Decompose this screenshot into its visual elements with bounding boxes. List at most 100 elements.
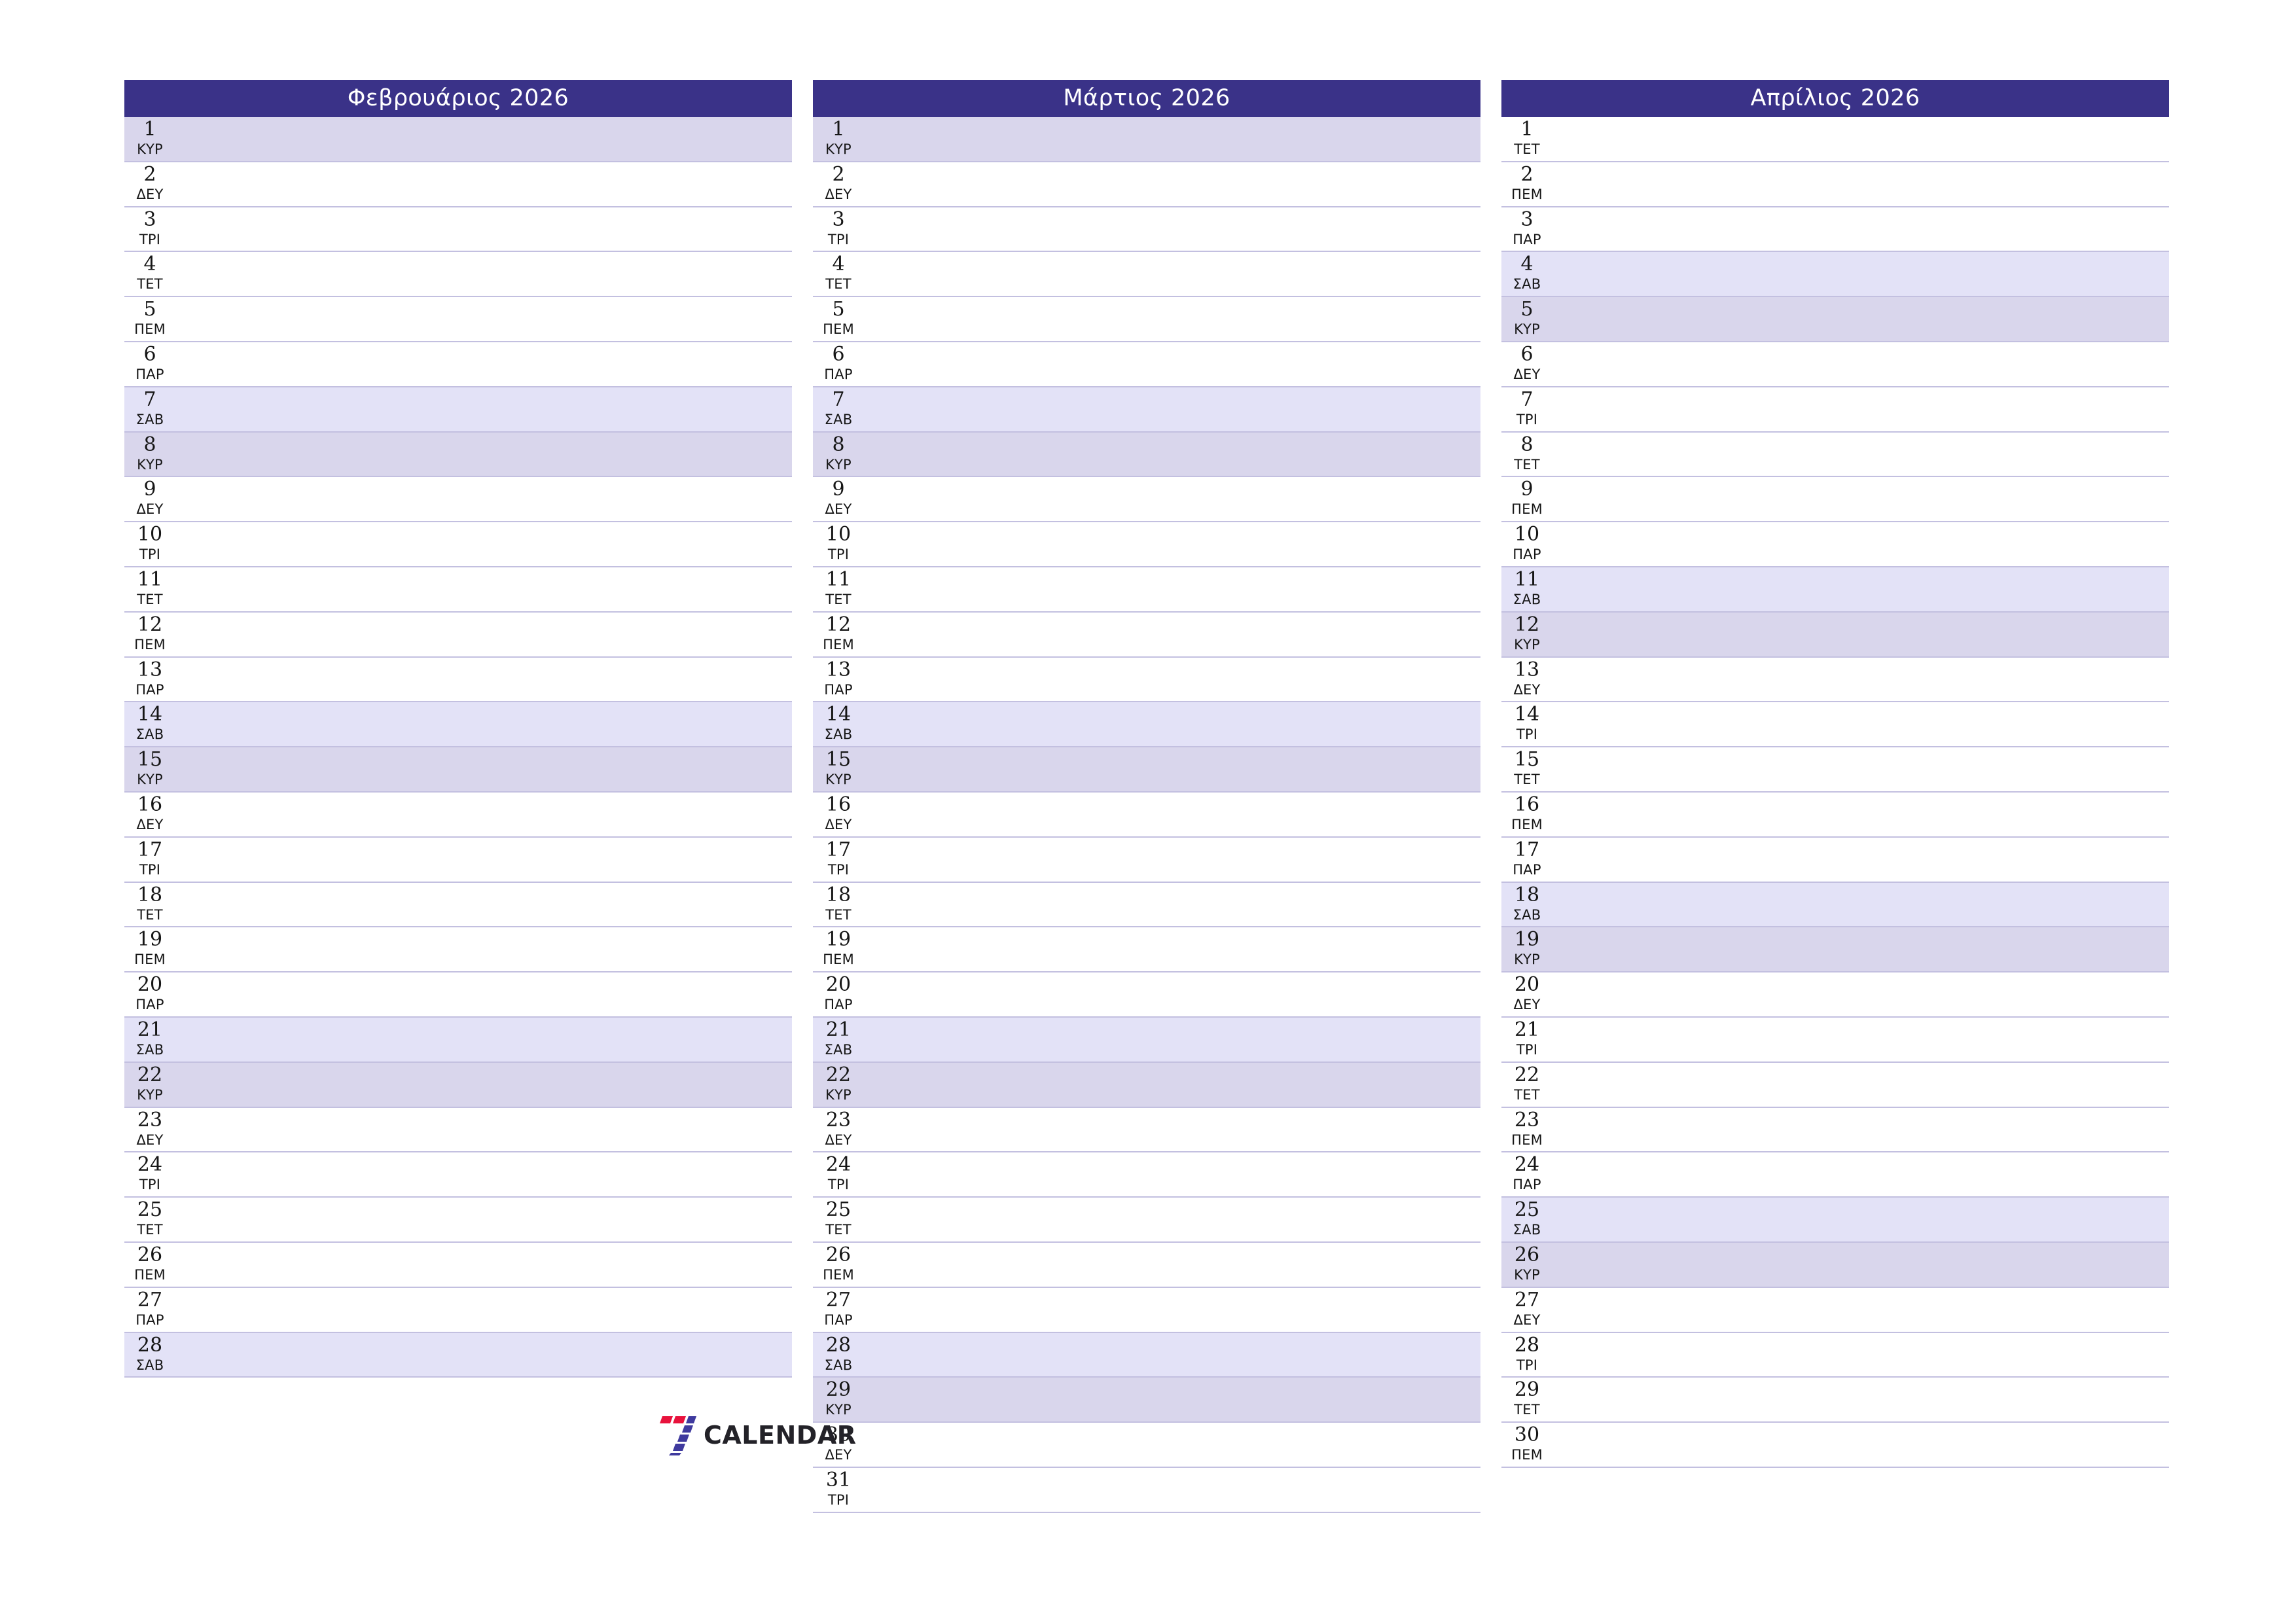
day-note-area[interactable]: [1554, 162, 2169, 206]
day-note-area[interactable]: [177, 387, 792, 431]
day-row[interactable]: 3 ΤΡΙ: [124, 207, 792, 253]
day-note-area[interactable]: [1554, 1152, 2169, 1196]
day-note-area[interactable]: [865, 117, 1480, 161]
day-row[interactable]: 16 ΔΕΥ: [813, 792, 1480, 838]
day-row[interactable]: 13 ΠΑΡ: [813, 657, 1480, 703]
day-row[interactable]: 6 ΔΕΥ: [1501, 342, 2169, 387]
day-note-area[interactable]: [865, 522, 1480, 566]
day-note-area[interactable]: [865, 1288, 1480, 1332]
day-note-area[interactable]: [1554, 117, 2169, 161]
day-row[interactable]: 21 ΣΑΒ: [124, 1017, 792, 1063]
day-row[interactable]: 23 ΠΕΜ: [1501, 1107, 2169, 1153]
day-row[interactable]: 6 ΠΑΡ: [124, 342, 792, 387]
day-note-area[interactable]: [177, 883, 792, 927]
day-note-area[interactable]: [177, 1198, 792, 1241]
day-row[interactable]: 2 ΠΕΜ: [1501, 162, 2169, 207]
day-note-area[interactable]: [865, 162, 1480, 206]
day-note-area[interactable]: [865, 793, 1480, 836]
day-row[interactable]: 6 ΠΑΡ: [813, 342, 1480, 387]
day-note-area[interactable]: [177, 1288, 792, 1332]
day-note-area[interactable]: [1554, 433, 2169, 476]
day-row[interactable]: 20 ΠΑΡ: [813, 972, 1480, 1018]
day-note-area[interactable]: [865, 1333, 1480, 1377]
day-row[interactable]: 21 ΤΡΙ: [1501, 1017, 2169, 1063]
day-row[interactable]: 2 ΔΕΥ: [813, 162, 1480, 207]
day-row[interactable]: 27 ΠΑΡ: [813, 1287, 1480, 1333]
day-note-area[interactable]: [1554, 793, 2169, 836]
day-row[interactable]: 5 ΠΕΜ: [124, 297, 792, 342]
day-row[interactable]: 3 ΠΑΡ: [1501, 207, 2169, 253]
day-note-area[interactable]: [865, 1198, 1480, 1241]
day-note-area[interactable]: [177, 793, 792, 836]
day-note-area[interactable]: [1554, 613, 2169, 656]
day-row[interactable]: 19 ΠΕΜ: [813, 927, 1480, 973]
day-row[interactable]: 19 ΠΕΜ: [124, 927, 792, 973]
day-row[interactable]: 17 ΤΡΙ: [124, 837, 792, 883]
day-note-area[interactable]: [1554, 1423, 2169, 1467]
day-row[interactable]: 24 ΤΡΙ: [813, 1152, 1480, 1198]
day-note-area[interactable]: [865, 567, 1480, 611]
day-row[interactable]: 13 ΔΕΥ: [1501, 657, 2169, 703]
day-row[interactable]: 9 ΔΕΥ: [813, 477, 1480, 523]
day-note-area[interactable]: [1554, 567, 2169, 611]
day-note-area[interactable]: [177, 927, 792, 971]
day-note-area[interactable]: [177, 1108, 792, 1152]
day-row[interactable]: 22 ΚΥΡ: [813, 1062, 1480, 1108]
day-note-area[interactable]: [1554, 252, 2169, 296]
day-row[interactable]: 28 ΣΑΒ: [813, 1332, 1480, 1378]
day-note-area[interactable]: [865, 387, 1480, 431]
day-row[interactable]: 11 ΤΕΤ: [813, 567, 1480, 613]
day-row[interactable]: 20 ΔΕΥ: [1501, 972, 2169, 1018]
day-note-area[interactable]: [1554, 658, 2169, 702]
day-row[interactable]: 27 ΔΕΥ: [1501, 1287, 2169, 1333]
day-note-area[interactable]: [1554, 1243, 2169, 1287]
day-note-area[interactable]: [1554, 1018, 2169, 1061]
day-note-area[interactable]: [1554, 207, 2169, 251]
day-note-area[interactable]: [177, 658, 792, 702]
day-note-area[interactable]: [865, 1468, 1480, 1512]
day-row[interactable]: 15 ΚΥΡ: [813, 747, 1480, 793]
day-note-area[interactable]: [177, 117, 792, 161]
day-note-area[interactable]: [865, 702, 1480, 746]
day-row[interactable]: 4 ΤΕΤ: [124, 252, 792, 298]
day-row[interactable]: 23 ΔΕΥ: [124, 1107, 792, 1153]
day-note-area[interactable]: [865, 658, 1480, 702]
day-row[interactable]: 7 ΣΑΒ: [813, 387, 1480, 433]
day-row[interactable]: 22 ΤΕΤ: [1501, 1062, 2169, 1108]
day-note-area[interactable]: [1554, 747, 2169, 791]
day-row[interactable]: 26 ΚΥΡ: [1501, 1242, 2169, 1288]
day-row[interactable]: 28 ΣΑΒ: [124, 1332, 792, 1378]
day-row[interactable]: 12 ΚΥΡ: [1501, 612, 2169, 658]
day-row[interactable]: 31 ΤΡΙ: [813, 1467, 1480, 1513]
day-row[interactable]: 27 ΠΑΡ: [124, 1287, 792, 1333]
day-note-area[interactable]: [865, 1152, 1480, 1196]
day-row[interactable]: 24 ΤΡΙ: [124, 1152, 792, 1198]
day-row[interactable]: 24 ΠΑΡ: [1501, 1152, 2169, 1198]
day-row[interactable]: 20 ΠΑΡ: [124, 972, 792, 1018]
day-note-area[interactable]: [865, 433, 1480, 476]
day-note-area[interactable]: [177, 613, 792, 656]
day-note-area[interactable]: [865, 1108, 1480, 1152]
day-row[interactable]: 26 ΠΕΜ: [124, 1242, 792, 1288]
day-row[interactable]: 30 ΔΕΥ: [813, 1423, 1480, 1468]
day-row[interactable]: 5 ΠΕΜ: [813, 297, 1480, 342]
day-note-area[interactable]: [177, 1152, 792, 1196]
day-note-area[interactable]: [177, 1063, 792, 1107]
day-row[interactable]: 12 ΠΕΜ: [124, 612, 792, 658]
day-row[interactable]: 29 ΤΕΤ: [1501, 1378, 2169, 1423]
day-row[interactable]: 9 ΔΕΥ: [124, 477, 792, 523]
day-row[interactable]: 13 ΠΑΡ: [124, 657, 792, 703]
day-row[interactable]: 7 ΣΑΒ: [124, 387, 792, 433]
day-note-area[interactable]: [1554, 1108, 2169, 1152]
day-row[interactable]: 11 ΤΕΤ: [124, 567, 792, 613]
day-row[interactable]: 2 ΔΕΥ: [124, 162, 792, 207]
day-note-area[interactable]: [1554, 972, 2169, 1016]
day-row[interactable]: 8 ΚΥΡ: [124, 432, 792, 478]
day-note-area[interactable]: [865, 207, 1480, 251]
day-row[interactable]: 14 ΣΑΒ: [813, 702, 1480, 748]
day-row[interactable]: 23 ΔΕΥ: [813, 1107, 1480, 1153]
day-note-area[interactable]: [177, 702, 792, 746]
day-note-area[interactable]: [1554, 297, 2169, 341]
day-row[interactable]: 17 ΠΑΡ: [1501, 837, 2169, 883]
day-row[interactable]: 5 ΚΥΡ: [1501, 297, 2169, 342]
